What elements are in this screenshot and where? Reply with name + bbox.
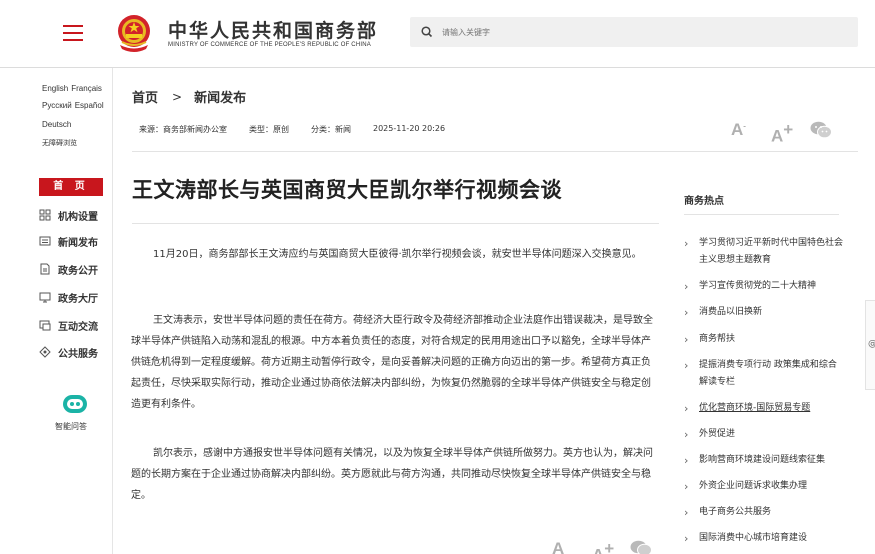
language-row-2: Русский Español	[42, 101, 107, 110]
font-decrease-label: A	[731, 120, 744, 139]
font-increase-button[interactable]: A+	[771, 120, 793, 146]
hot-topic-item[interactable]: 优化营商环境-国际贸易专题	[684, 400, 844, 417]
article-paragraph: 王文涛表示，安世半导体问题的责任在荷方。荷经济大臣行政令及荷经济部推动企业法庭作…	[131, 315, 653, 410]
nav-item-label: 机构设置	[58, 211, 98, 223]
national-emblem-logo[interactable]	[114, 12, 154, 54]
breadcrumb-home[interactable]: 首页	[132, 87, 158, 106]
font-increase-label: A	[771, 126, 784, 146]
news-icon	[39, 236, 51, 246]
breadcrumb-current[interactable]: 新闻发布	[194, 87, 246, 106]
hot-topic-item[interactable]: 外资企业问题诉求收集办理	[684, 478, 844, 495]
meta-source: 来源：商务部新闻办公室	[139, 125, 227, 134]
hot-topic-item[interactable]: 外贸促进	[684, 426, 844, 443]
breadcrumb: 首页 > 新闻发布	[132, 87, 246, 107]
hot-topic-label: 影响营商环境建设问题线索征集	[699, 455, 826, 465]
divider	[132, 151, 858, 152]
hot-topic-item[interactable]: 电子商务公共服务	[684, 504, 844, 521]
article-paragraph: 11月20日，商务部部长王文涛应约与英国商贸大臣彼得·凯尔举行视频会谈，就安世半…	[153, 249, 642, 260]
article-title: 王文涛部长与英国商贸大臣凯尔举行视频会谈	[132, 178, 562, 202]
plus-mark: +	[604, 539, 615, 554]
wechat-share-icon-bottom[interactable]	[630, 540, 652, 554]
hot-topic-label: 提振消费专项行动 政策集成和综合解读专栏	[699, 360, 837, 387]
hot-topics-title: 商务热点	[684, 196, 724, 207]
wechat-share-icon[interactable]	[810, 121, 832, 139]
chat-icon	[39, 320, 51, 331]
nav-item-label: 公共服务	[58, 348, 98, 360]
hot-topic-label: 学习宣传贯彻党的二十大精神	[699, 281, 817, 291]
org-chart-icon	[39, 209, 51, 221]
font-decrease-label: A	[552, 539, 565, 554]
nav-item-label: 新闻发布	[58, 237, 98, 249]
assistant-robot-icon[interactable]	[60, 391, 90, 417]
meta-type: 类型：原创	[249, 125, 289, 134]
hot-topic-label: 外资企业问题诉求收集办理	[699, 481, 808, 491]
plus-mark: +	[783, 120, 794, 139]
article-paragraph: 凯尔表示，感谢中方通报安世半导体问题有关情况，以及为恢复全球半导体产供链所做努力…	[131, 448, 653, 501]
font-decrease-button[interactable]: A-	[731, 120, 746, 140]
language-row-3: Deutsch	[42, 120, 74, 129]
site-header: 中华人民共和国商务部 MINISTRY OF COMMERCE OF THE P…	[0, 0, 875, 68]
barrier-free-link[interactable]: 无障碍浏览	[42, 138, 77, 148]
nav-item-organization[interactable]: 机构设置	[39, 207, 98, 223]
hot-topic-item[interactable]: 提振消费专项行动 政策集成和综合解读专栏	[684, 357, 844, 391]
monitor-icon	[39, 292, 51, 303]
site-title[interactable]: 中华人民共和国商务部	[168, 16, 378, 43]
divider	[132, 223, 659, 224]
hot-topic-label: 学习贯彻习近平新时代中国特色社会主义思想主题教育	[699, 238, 844, 265]
hot-topic-label: 外贸促进	[699, 429, 736, 439]
lang-english[interactable]: English	[42, 84, 68, 93]
hot-topic-item[interactable]: 商务帮扶	[684, 331, 844, 348]
search-icon[interactable]	[420, 25, 434, 39]
breadcrumb-separator: >	[172, 89, 183, 104]
lang-french[interactable]: Français	[71, 84, 102, 93]
lang-german[interactable]: Deutsch	[42, 120, 71, 129]
nav-item-label: 政务公开	[58, 265, 98, 277]
divider	[684, 214, 839, 215]
site-subtitle: MINISTRY OF COMMERCE OF THE PEOPLE'S REP…	[168, 42, 371, 48]
font-increase-button-bottom[interactable]: A+	[592, 539, 614, 554]
menu-icon[interactable]	[63, 25, 83, 41]
service-icon	[39, 346, 51, 358]
language-row-1: English Français	[42, 84, 105, 93]
search-box[interactable]	[410, 17, 858, 47]
meta-datetime: 2025-11-20 20:26	[373, 124, 446, 133]
lang-russian[interactable]: Русский	[42, 101, 72, 110]
nav-item-news[interactable]: 新闻发布	[39, 233, 98, 249]
nav-item-label: 政务大厅	[58, 293, 98, 305]
article-meta: 来源：商务部新闻办公室 类型：原创 分类：新闻 2025-11-20 20:26	[139, 124, 467, 135]
hot-topic-label: 消费品以旧换新	[699, 307, 763, 317]
side-tab-glyph: @	[868, 339, 875, 349]
nav-item-service-hall[interactable]: 政务大厅	[39, 289, 98, 305]
left-sidebar: English Français Русский Español Deutsch 无…	[0, 68, 113, 554]
hot-topic-label: 国际消费中心城市培育建设	[699, 533, 808, 543]
nav-home[interactable]: 首 页	[39, 178, 103, 196]
hot-topic-item[interactable]: 学习宣传贯彻党的二十大精神	[684, 278, 844, 295]
search-input[interactable]	[442, 23, 842, 41]
nav-item-public-affairs[interactable]: 政务公开	[39, 261, 98, 277]
hot-topic-item[interactable]: 消费品以旧换新	[684, 304, 844, 321]
hot-topic-item[interactable]: 国际消费中心城市培育建设	[684, 530, 844, 547]
document-icon	[40, 263, 50, 275]
hot-topic-label: 优化营商环境-国际贸易专题	[699, 403, 811, 413]
assistant-label[interactable]: 智能问答	[55, 421, 87, 432]
font-decrease-button-bottom[interactable]: A	[552, 539, 564, 554]
nav-item-label: 互动交流	[58, 321, 98, 333]
minus-mark: -	[743, 121, 746, 131]
nav-item-interaction[interactable]: 互动交流	[39, 317, 98, 333]
hot-topic-item[interactable]: 影响营商环境建设问题线索征集	[684, 452, 844, 469]
font-increase-label: A	[592, 545, 604, 554]
nav-item-public-service[interactable]: 公共服务	[39, 344, 98, 360]
hot-topic-item[interactable]: 学习贯彻习近平新时代中国特色社会主义思想主题教育	[684, 235, 844, 269]
floating-side-tab[interactable]: @	[865, 300, 875, 390]
lang-spanish[interactable]: Español	[75, 101, 104, 110]
hot-topic-label: 电子商务公共服务	[699, 507, 772, 517]
meta-category: 分类：新闻	[311, 125, 351, 134]
hot-topic-label: 商务帮扶	[699, 334, 736, 344]
